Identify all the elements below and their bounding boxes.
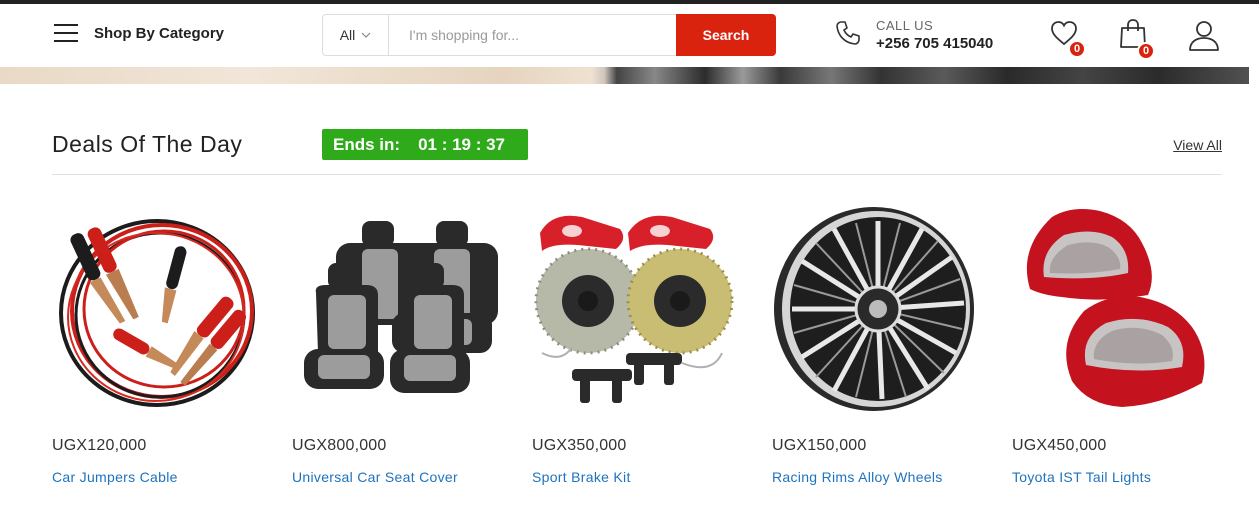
product-card[interactable]: UGX350,000 Sport Brake Kit: [532, 200, 772, 485]
phone-icon: [834, 19, 862, 52]
deals-product-list: UGX120,000 Car Jumpers Cable UGX800,000 …: [52, 200, 1252, 485]
product-name-link[interactable]: Car Jumpers Cable: [52, 469, 292, 485]
site-header: Shop By Category All Search CALL US +256…: [0, 4, 1259, 67]
call-us-block: CALL US +256 705 415040: [834, 18, 993, 52]
deals-title: Deals Of The Day: [52, 131, 243, 157]
product-name-link[interactable]: Toyota IST Tail Lights: [1012, 469, 1252, 485]
user-icon: [1188, 21, 1220, 55]
countdown-badge: Ends in: 01 : 19 : 37: [322, 129, 528, 160]
search-bar: All Search: [322, 14, 776, 56]
product-price: UGX150,000: [772, 437, 867, 454]
jumper-cable-image[interactable]: [52, 200, 262, 415]
product-card[interactable]: UGX450,000 Toyota IST Tail Lights: [1012, 200, 1252, 485]
cart-button[interactable]: 0: [1118, 18, 1155, 60]
cart-count-badge: 0: [1137, 42, 1155, 60]
hero-banner-strip: [0, 67, 1259, 84]
product-name-link[interactable]: Sport Brake Kit: [532, 469, 772, 485]
ends-in-label: Ends in:: [333, 134, 401, 154]
product-name-link[interactable]: Racing Rims Alloy Wheels: [772, 469, 1012, 485]
seat-cover-image[interactable]: [292, 200, 502, 415]
search-category-select[interactable]: All: [323, 15, 389, 55]
hamburger-menu-icon: [54, 24, 78, 42]
countdown-timer: 01 : 19 : 37: [418, 134, 506, 154]
product-name-link[interactable]: Universal Car Seat Cover: [292, 469, 532, 485]
product-price: UGX800,000: [292, 437, 387, 454]
search-category-value: All: [339, 27, 356, 43]
tail-lights-image[interactable]: [1012, 200, 1222, 415]
product-price: UGX120,000: [52, 437, 147, 454]
shop-by-category-label: Shop By Category: [94, 24, 225, 42]
shop-by-category-button[interactable]: Shop By Category: [54, 24, 224, 42]
product-card[interactable]: UGX120,000 Car Jumpers Cable: [52, 200, 292, 485]
wishlist-button[interactable]: 0: [1049, 18, 1086, 58]
wishlist-count-badge: 0: [1068, 40, 1086, 58]
deals-header: Deals Of The Day Ends in: 01 : 19 : 37 V…: [52, 128, 1222, 175]
phone-number: +256 705 415040: [876, 35, 994, 52]
view-all-link[interactable]: View All: [1173, 137, 1222, 153]
alloy-wheel-image[interactable]: [772, 200, 982, 415]
product-card[interactable]: UGX800,000 Universal Car Seat Cover: [292, 200, 532, 485]
product-card[interactable]: UGX150,000 Racing Rims Alloy Wheels: [772, 200, 1012, 485]
account-button[interactable]: [1188, 19, 1220, 56]
product-price: UGX350,000: [532, 437, 627, 454]
product-price: UGX450,000: [1012, 437, 1107, 454]
chevron-down-icon: [361, 30, 371, 41]
brake-kit-image[interactable]: [532, 200, 742, 415]
call-us-label: CALL US: [876, 18, 934, 33]
search-button[interactable]: Search: [676, 14, 776, 56]
